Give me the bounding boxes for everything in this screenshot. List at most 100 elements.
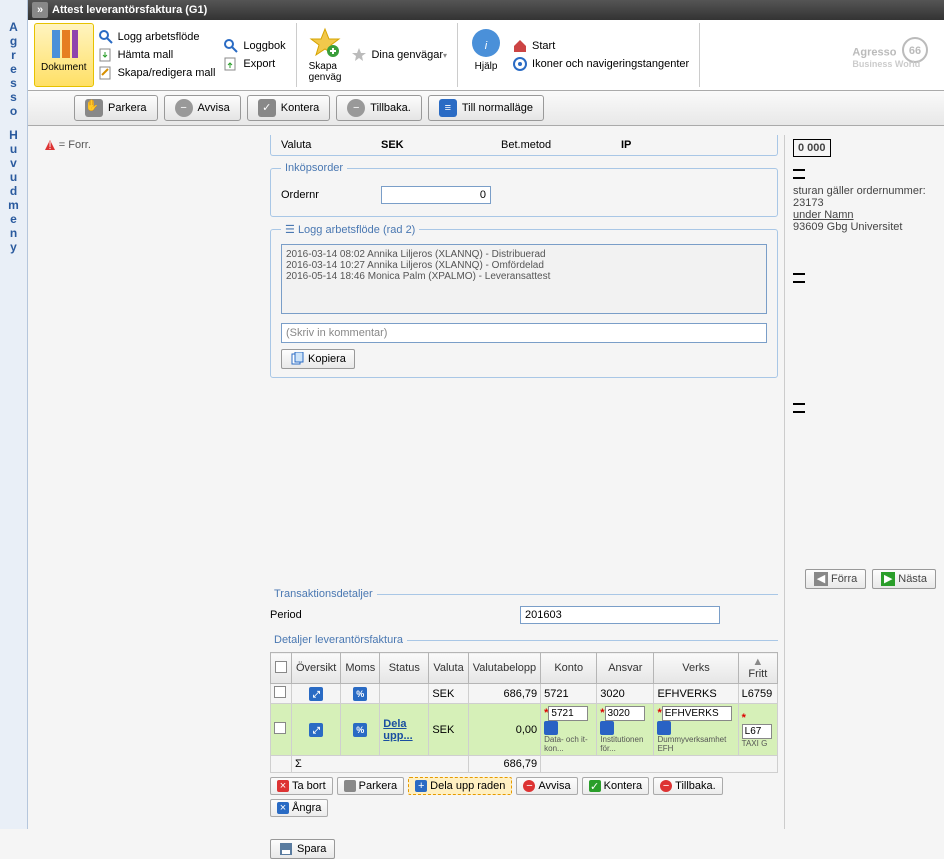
logg-textarea[interactable]: 2016-03-14 08:02 Annika Liljeros (XLANNQ… xyxy=(281,244,767,314)
lookup-icon[interactable] xyxy=(657,721,671,735)
trans-fieldset: Transaktionsdetaljer xyxy=(270,588,778,600)
doc-preview-panel: 0 000 sturan gäller ordernummer: 23173 u… xyxy=(784,135,944,829)
ansvar-input[interactable] xyxy=(605,706,645,721)
parkera-button[interactable]: ✋Parkera xyxy=(74,95,158,121)
ordernr-label: Ordernr xyxy=(281,189,381,201)
loggbok-button[interactable]: Loggbok xyxy=(219,37,289,55)
content-area: ! = Forr. Valuta SEK Bet.metod IP Inköps… xyxy=(40,135,944,829)
table-row-editing[interactable]: ⤢ % Dela upp... SEK 0,00 *Data- och it-k… xyxy=(271,704,778,756)
svg-text:66: 66 xyxy=(909,45,921,57)
skapa-genvag-button[interactable]: Skapa genväg xyxy=(303,23,348,87)
row-actions: ×Ta bort Parkera +Dela upp raden −Avvisa… xyxy=(270,777,778,817)
template-down-icon xyxy=(98,47,114,63)
table-row[interactable]: ⤢ % SEK 686,79 5721 3020 EFHVERKS L6759 xyxy=(271,684,778,704)
left-rail: Agresso Huvudmeny xyxy=(0,0,28,829)
start-button[interactable]: Start xyxy=(508,37,693,55)
dela-upp-link[interactable]: Dela upp... xyxy=(383,718,412,742)
valuta-value: SEK xyxy=(381,139,501,151)
period-input[interactable] xyxy=(520,606,720,624)
logg-arbetsflode-button[interactable]: Logg arbetsflöde xyxy=(94,28,220,46)
detail-fieldset: Detaljer leverantörsfaktura xyxy=(270,634,778,646)
ordernr-input[interactable] xyxy=(381,186,491,204)
skapa-redigera-mall-button[interactable]: Skapa/redigera mall xyxy=(94,64,220,82)
inkopsorder-fieldset: Inköpsorder Ordernr xyxy=(270,162,778,217)
tillbaka-button[interactable]: −Tillbaka. xyxy=(336,95,422,121)
moms-icon[interactable]: % xyxy=(353,723,367,737)
verks-input[interactable] xyxy=(662,706,732,721)
select-all-checkbox[interactable] xyxy=(275,661,287,673)
kopiera-button[interactable]: Kopiera xyxy=(281,349,355,369)
moms-icon[interactable]: % xyxy=(353,687,367,701)
period-label: Period xyxy=(270,609,520,621)
tillbaka-row-button[interactable]: −Tillbaka. xyxy=(653,777,723,795)
overview-icon[interactable]: ⤢ xyxy=(309,687,323,701)
copy-icon xyxy=(290,352,304,366)
betmetod-value: IP xyxy=(621,139,631,151)
dina-genvagar-button[interactable]: Dina genvägar ▾ xyxy=(347,46,451,64)
minus-circle-icon: − xyxy=(660,780,672,792)
arrow-right-icon: ▶ xyxy=(881,572,895,586)
home-icon xyxy=(512,38,528,54)
list-icon: ≡ xyxy=(439,99,457,117)
main-form: Valuta SEK Bet.metod IP Inköpsorder Orde… xyxy=(270,135,784,829)
kontera-row-button[interactable]: ✓Kontera xyxy=(582,777,650,795)
hamta-mall-button[interactable]: Hämta mall xyxy=(94,46,220,64)
lookup-icon[interactable] xyxy=(544,721,558,735)
avvisa-row-button[interactable]: −Avvisa xyxy=(516,777,577,795)
forra-button[interactable]: ◀Förra xyxy=(805,569,866,589)
warning-icon: ! xyxy=(44,139,56,151)
table-sum-row: Σ 686,79 xyxy=(271,756,778,773)
arrow-left-icon: ◀ xyxy=(814,572,828,586)
check-icon: ✓ xyxy=(589,780,601,792)
svg-text:!: ! xyxy=(48,140,51,151)
parkera-row-button[interactable]: Parkera xyxy=(337,777,405,795)
check-icon: ✓ xyxy=(258,99,276,117)
info-icon: i xyxy=(470,27,502,59)
normallage-button[interactable]: ≡Till normalläge xyxy=(428,95,544,121)
export-button[interactable]: Export xyxy=(219,55,289,73)
logg-fieldset: ☰ Logg arbetsflöde (rad 2) 2016-03-14 08… xyxy=(270,223,778,378)
plus-icon: + xyxy=(415,780,427,792)
trans-legend: Transaktionsdetaljer xyxy=(270,588,377,600)
export-icon xyxy=(223,56,239,72)
kontera-button[interactable]: ✓Kontera xyxy=(247,95,331,121)
angra-button[interactable]: ×Ångra xyxy=(270,799,328,817)
nasta-button[interactable]: ▶Nästa xyxy=(872,569,936,589)
ta-bort-button[interactable]: ×Ta bort xyxy=(270,777,333,795)
ribbon: Dokument Logg arbetsflöde Hämta mall Ska… xyxy=(28,20,944,91)
preview-amount: 0 000 xyxy=(793,139,831,157)
hand-icon xyxy=(344,780,356,792)
table-header-row: Översikt Moms Status Valuta Valutabelopp… xyxy=(271,653,778,684)
expand-icon[interactable]: » xyxy=(32,2,48,18)
row-checkbox[interactable] xyxy=(274,722,286,734)
inkopsorder-legend: Inköpsorder xyxy=(281,162,347,174)
magnifier-icon xyxy=(223,38,239,54)
ikoner-nav-button[interactable]: Ikoner och navigeringstangenter xyxy=(508,55,693,73)
fritt-input[interactable] xyxy=(742,724,772,739)
documents-icon xyxy=(48,28,80,60)
spara-button[interactable]: Spara xyxy=(270,839,335,859)
dokument-button[interactable]: Dokument xyxy=(34,23,94,87)
hand-icon: ✋ xyxy=(85,99,103,117)
status-panel: ! = Forr. xyxy=(40,135,270,829)
row-checkbox[interactable] xyxy=(274,686,286,698)
detail-legend: Detaljer leverantörsfaktura xyxy=(270,634,407,646)
hjalp-button[interactable]: i Hjälp xyxy=(464,23,508,87)
collapse-icon: ☰ xyxy=(285,224,295,236)
comment-input[interactable] xyxy=(281,323,767,343)
chevron-down-icon: ▾ xyxy=(443,51,447,60)
template-edit-icon xyxy=(98,65,114,81)
betmetod-label: Bet.metod xyxy=(501,139,621,151)
overview-icon[interactable]: ⤢ xyxy=(309,723,323,737)
magnifier-icon xyxy=(98,29,114,45)
avvisa-button[interactable]: −Avvisa xyxy=(164,95,241,121)
lookup-icon[interactable] xyxy=(600,721,614,735)
x-icon: × xyxy=(277,780,289,792)
save-icon xyxy=(279,842,293,856)
logg-legend[interactable]: ☰ Logg arbetsflöde (rad 2) xyxy=(281,223,419,236)
dela-upp-raden-button[interactable]: +Dela upp raden xyxy=(408,777,512,795)
star-icon xyxy=(351,47,367,63)
minus-circle-icon: − xyxy=(175,99,193,117)
minus-circle-icon: − xyxy=(347,99,365,117)
konto-input[interactable] xyxy=(548,706,588,721)
